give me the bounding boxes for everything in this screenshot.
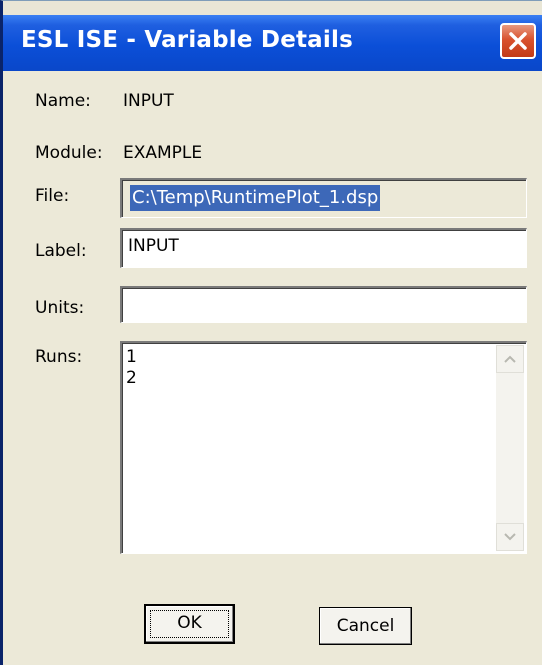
- scroll-up-button[interactable]: [496, 345, 524, 373]
- file-value-selected: C:\Temp\RuntimePlot_1.dsp: [130, 185, 381, 211]
- module-label: Module:: [35, 143, 103, 163]
- runs-scrollbar[interactable]: [496, 345, 524, 551]
- list-item[interactable]: 1: [126, 347, 137, 368]
- ok-focus-rect: [150, 610, 229, 638]
- units-input[interactable]: [120, 286, 527, 323]
- units-label: Units:: [35, 298, 85, 318]
- name-value: INPUT: [123, 91, 174, 111]
- runs-listbox[interactable]: 1 2: [120, 341, 527, 554]
- list-item[interactable]: 2: [126, 368, 137, 389]
- variable-details-dialog: ESL ISE - Variable Details Name: INPUT M…: [0, 0, 542, 665]
- close-icon: [509, 32, 527, 50]
- cancel-button[interactable]: Cancel: [319, 607, 412, 645]
- cancel-button-label: Cancel: [336, 616, 395, 636]
- scroll-down-button[interactable]: [496, 523, 524, 551]
- name-label: Name:: [35, 91, 91, 111]
- label-input-value: INPUT: [128, 236, 179, 256]
- label-input[interactable]: INPUT: [120, 228, 527, 268]
- title-bar[interactable]: ESL ISE - Variable Details: [3, 15, 542, 71]
- file-label: File:: [35, 186, 70, 206]
- chevron-up-icon: [504, 355, 516, 363]
- chevron-down-icon: [504, 533, 516, 541]
- label-field-label: Label:: [35, 241, 87, 261]
- runs-list: 1 2: [126, 347, 137, 389]
- titlebar-top-strip: [3, 1, 542, 15]
- ok-button[interactable]: OK: [144, 604, 235, 644]
- runs-label: Runs:: [35, 347, 83, 367]
- file-field[interactable]: C:\Temp\RuntimePlot_1.dsp: [120, 178, 527, 218]
- window-title: ESL ISE - Variable Details: [21, 27, 353, 53]
- module-value: EXAMPLE: [123, 143, 203, 163]
- close-button[interactable]: [500, 23, 536, 59]
